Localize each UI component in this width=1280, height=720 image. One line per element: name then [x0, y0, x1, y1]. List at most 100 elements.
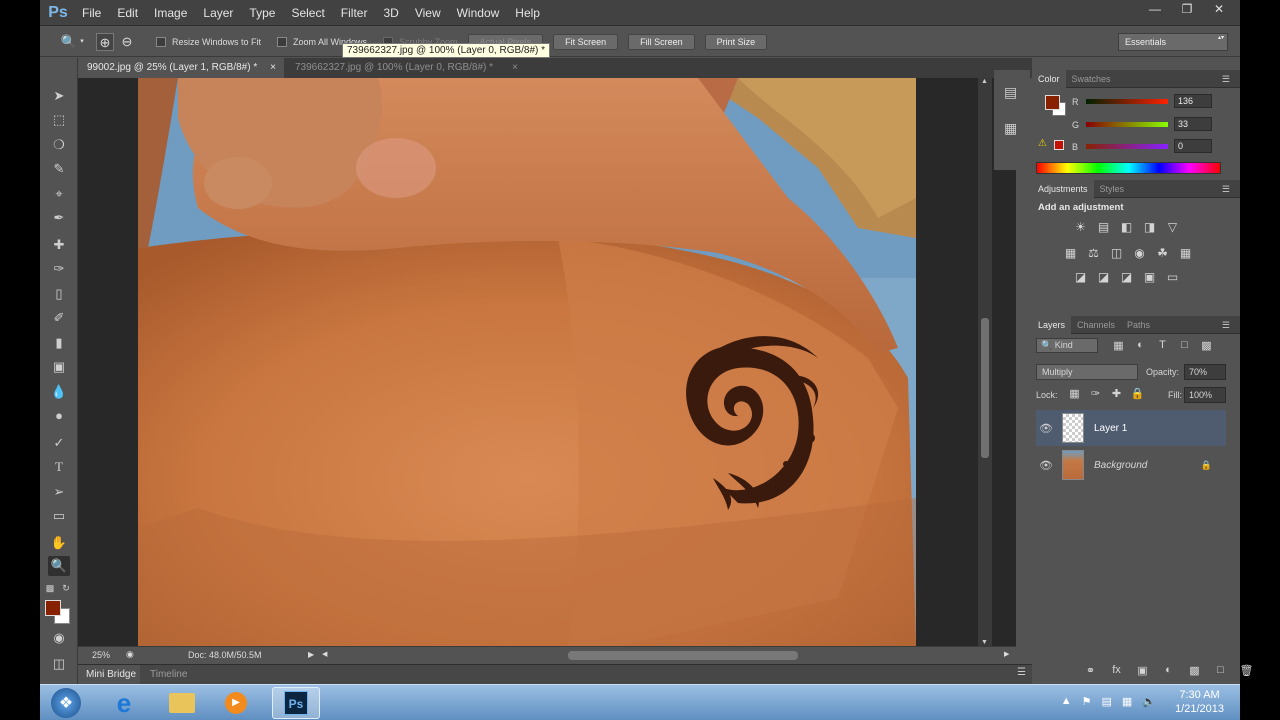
print-size-button[interactable]: Print Size [704, 33, 768, 50]
menu-help[interactable]: Help [507, 0, 548, 26]
panel-menu-icon[interactable]: ☰ [1216, 180, 1236, 198]
color-lookup-icon[interactable]: ▦ [1177, 246, 1194, 260]
menu-window[interactable]: Window [449, 0, 508, 26]
tab-99002[interactable]: 99002.jpg @ 25% (Layer 1, RGB/8#) * × [78, 58, 284, 78]
web-safe-chip[interactable] [1054, 140, 1064, 150]
menu-layer[interactable]: Layer [195, 0, 241, 26]
scroll-right-icon[interactable]: ▶ [1004, 650, 1009, 658]
photo-filter-icon[interactable]: ◉ [1131, 246, 1148, 260]
tab-layers[interactable]: Layers [1032, 315, 1072, 334]
channel-mixer-icon[interactable]: ☘ [1154, 246, 1171, 260]
layer-name[interactable]: Background [1094, 460, 1147, 471]
layer-name[interactable]: Layer 1 [1094, 423, 1127, 434]
taskbar-internet-explorer[interactable]: e [100, 687, 148, 719]
dodge-tool-icon[interactable]: ● [48, 406, 70, 426]
canvas-area[interactable] [78, 78, 1016, 646]
zoom-out-icon[interactable]: ⊖ [118, 33, 136, 51]
eraser-tool-icon[interactable]: ▮ [48, 333, 70, 353]
resize-windows-checkbox[interactable]: Resize Windows to Fit [156, 36, 261, 47]
new-adjustment-icon[interactable]: ◐ [1160, 664, 1177, 677]
menu-3d[interactable]: 3D [375, 0, 406, 26]
posterize-icon[interactable]: ◪ [1095, 270, 1112, 284]
lasso-tool-icon[interactable]: ❍ [48, 135, 70, 155]
vertical-scrollbar[interactable]: ▲ ▼ [978, 78, 992, 646]
horizontal-scroll-thumb[interactable] [568, 651, 798, 660]
blend-mode-select[interactable]: Multiply [1036, 364, 1138, 380]
threshold-icon[interactable]: ◪ [1118, 270, 1135, 284]
tab-swatches[interactable]: Swatches [1066, 70, 1117, 88]
minimize-button[interactable]: — [1142, 0, 1168, 18]
quick-mask-icon[interactable]: ◉ [48, 628, 70, 648]
menu-file[interactable]: File [74, 0, 109, 26]
adjustment-filter-icon[interactable]: ◐ [1132, 339, 1149, 352]
red-value[interactable]: 136 [1174, 94, 1212, 108]
layer-style-icon[interactable]: fx [1108, 664, 1125, 677]
hue-saturation-icon[interactable]: ▦ [1062, 246, 1079, 260]
close-tab-icon[interactable]: × [512, 58, 518, 78]
start-button[interactable]: ❖ [42, 687, 90, 719]
taskbar-photoshop[interactable]: Ps [272, 687, 320, 719]
volume-icon[interactable]: 🔈 [1142, 695, 1156, 708]
quick-select-tool-icon[interactable]: ✎ [48, 159, 70, 179]
visibility-eye-icon[interactable]: 👁 [1036, 459, 1056, 472]
gamut-warning-icon[interactable]: ⚠ [1038, 138, 1047, 149]
blur-tool-icon[interactable]: 💧 [48, 382, 70, 402]
fill-input[interactable]: 100% [1184, 387, 1226, 403]
photo-canvas[interactable] [138, 78, 916, 646]
lock-transparency-icon[interactable]: ▦ [1066, 387, 1083, 400]
panel-menu-icon[interactable]: ☰ [1216, 316, 1236, 334]
green-value[interactable]: 33 [1174, 117, 1212, 131]
menu-edit[interactable]: Edit [109, 0, 146, 26]
tab-adjustments[interactable]: Adjustments [1032, 179, 1094, 198]
layer-row-background[interactable]: 👁 Background 🔒 [1036, 447, 1226, 483]
history-panel-icon[interactable]: ▤ [1004, 84, 1017, 101]
layer-mask-icon[interactable]: ▣ [1134, 664, 1151, 677]
brightness-icon[interactable]: ☀ [1072, 220, 1089, 234]
menu-image[interactable]: Image [146, 0, 195, 26]
lock-all-icon[interactable]: 🔒 [1129, 387, 1146, 400]
color-spectrum-bar[interactable] [1036, 162, 1221, 174]
blue-value[interactable]: 0 [1174, 139, 1212, 153]
menu-type[interactable]: Type [241, 0, 283, 26]
levels-icon[interactable]: ▤ [1095, 220, 1112, 234]
marquee-tool-icon[interactable]: ⬚ [48, 110, 70, 130]
smart-object-filter-icon[interactable]: ▩ [1198, 339, 1215, 352]
curves-icon[interactable]: ◧ [1118, 220, 1135, 234]
new-group-icon[interactable]: ▩ [1186, 664, 1203, 677]
tab-paths[interactable]: Paths [1121, 316, 1156, 334]
menu-view[interactable]: View [407, 0, 449, 26]
menu-select[interactable]: Select [283, 0, 332, 26]
brush-tool-icon[interactable]: ✑ [48, 259, 70, 279]
crop-tool-icon[interactable]: ⌖ [48, 184, 70, 204]
tab-timeline[interactable]: Timeline [150, 665, 187, 684]
gradient-tool-icon[interactable]: ▣ [48, 357, 70, 377]
lock-pixels-icon[interactable]: ✑ [1087, 387, 1104, 400]
history-brush-tool-icon[interactable]: ✐ [48, 308, 70, 328]
default-colors-icon[interactable]: ▩ [44, 578, 56, 598]
tray-arrow-icon[interactable]: ▲ [1061, 695, 1072, 708]
rectangle-tool-icon[interactable]: ▭ [48, 506, 70, 526]
panel-menu-icon[interactable]: ☰ [1017, 667, 1026, 678]
pen-tool-icon[interactable]: ✓ [48, 433, 70, 453]
taskbar-clock[interactable]: 7:30 AM 1/21/2013 [1175, 688, 1224, 716]
zoom-info-icon[interactable]: ◉ [126, 649, 134, 660]
delete-layer-icon[interactable]: 🗑 [1238, 664, 1255, 677]
scroll-up-icon[interactable]: ▲ [981, 78, 988, 85]
clone-stamp-tool-icon[interactable]: ▯ [48, 284, 70, 304]
tab-739662327[interactable]: 739662327.jpg @ 100% (Layer 0, RGB/8#) *… [286, 58, 526, 78]
invert-icon[interactable]: ◪ [1072, 270, 1089, 284]
path-select-tool-icon[interactable]: ➢ [48, 482, 70, 502]
taskbar-media-player[interactable]: ▶ [212, 687, 260, 719]
screen-mode-icon[interactable]: ◫ [48, 654, 70, 674]
workspace-select[interactable]: Essentials [1118, 33, 1228, 51]
gradient-map-icon[interactable]: ▭ [1164, 270, 1181, 284]
zoom-level[interactable]: 25% [92, 650, 110, 660]
blue-slider[interactable] [1086, 144, 1168, 149]
vibrance-icon[interactable]: ▽ [1164, 220, 1181, 234]
black-white-icon[interactable]: ◫ [1108, 246, 1125, 260]
preset-dropdown-icon[interactable]: ▾ [78, 33, 86, 51]
network-icon[interactable]: ▦ [1122, 695, 1132, 708]
new-layer-icon[interactable]: □ [1212, 664, 1229, 677]
fg-color-chip[interactable] [1045, 95, 1060, 110]
pixel-filter-icon[interactable]: ▦ [1110, 339, 1127, 352]
